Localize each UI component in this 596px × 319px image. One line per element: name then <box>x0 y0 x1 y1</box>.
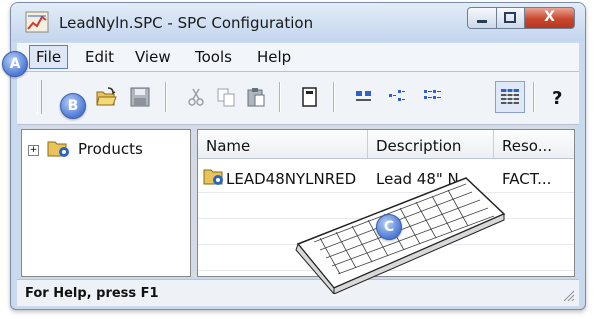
menu-edit[interactable]: Edit <box>85 48 114 66</box>
menu-view[interactable]: View <box>135 48 171 66</box>
list-icon[interactable] <box>421 86 443 108</box>
menu-bar: File Edit View Tools Help <box>17 43 579 72</box>
column-header-resource[interactable]: Reso... <box>494 130 574 158</box>
list-header: Name Description Reso... <box>198 130 574 159</box>
products-folder-icon <box>47 141 69 157</box>
toolbar-grip[interactable] <box>37 80 42 114</box>
column-header-description[interactable]: Description <box>368 130 494 158</box>
copy-icon[interactable] <box>215 86 237 108</box>
resize-grip-icon[interactable] <box>561 288 575 302</box>
cut-icon[interactable] <box>185 86 207 108</box>
tree-view[interactable]: + Products <box>21 129 191 277</box>
menu-file[interactable]: File <box>29 45 69 69</box>
svg-text:?: ? <box>552 88 562 108</box>
open-folder-icon[interactable] <box>95 86 117 108</box>
help-icon[interactable]: ? <box>547 86 569 108</box>
tree-item-products[interactable]: Products <box>78 140 143 158</box>
large-icons-icon[interactable] <box>353 86 375 108</box>
status-text: For Help, press F1 <box>25 286 159 301</box>
paste-icon[interactable] <box>245 86 267 108</box>
callout-a: A <box>2 51 28 77</box>
properties-icon[interactable] <box>299 86 321 108</box>
title-bar[interactable]: LeadNyln.SPC - SPC Configuration X <box>11 3 585 41</box>
callout-c: C <box>376 214 402 240</box>
maximize-icon <box>504 12 516 23</box>
toolbar: ? <box>17 72 579 125</box>
callout-b: B <box>60 93 86 119</box>
small-icons-icon[interactable] <box>387 86 409 108</box>
maximize-button[interactable] <box>497 7 525 29</box>
details-icon[interactable] <box>499 86 521 108</box>
save-icon[interactable] <box>129 86 151 108</box>
menu-help[interactable]: Help <box>257 48 291 66</box>
minimize-icon <box>477 20 487 23</box>
minimize-button[interactable] <box>467 7 497 29</box>
expand-toggle[interactable]: + <box>28 145 39 156</box>
spc-app-icon <box>25 11 49 33</box>
toolbar-separator <box>533 82 535 112</box>
menu-tools[interactable]: Tools <box>195 48 232 66</box>
product-item-icon <box>203 169 223 185</box>
close-button[interactable]: X <box>525 7 575 29</box>
toolbar-separator <box>165 82 167 112</box>
toolbar-separator <box>333 82 335 112</box>
window-title: LeadNyln.SPC - SPC Configuration <box>59 14 314 32</box>
column-header-name[interactable]: Name <box>198 130 368 158</box>
toolbar-separator <box>279 82 281 112</box>
close-icon: X <box>544 9 555 25</box>
